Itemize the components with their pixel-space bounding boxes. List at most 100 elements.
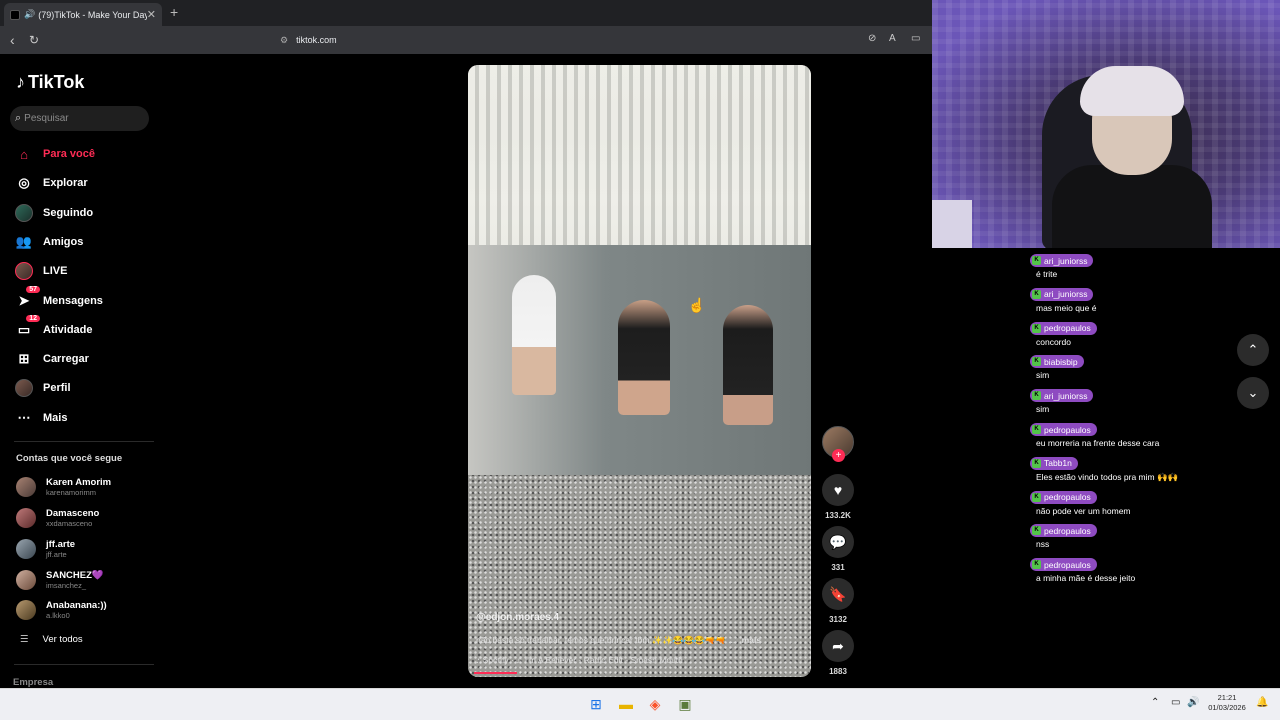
chat-username-pill[interactable]: Kpedropaulos [1030, 423, 1097, 436]
kick-badge-icon: K [1032, 391, 1041, 401]
following-account[interactable]: Karen Amorim karenamorimm [16, 474, 156, 500]
app-icon[interactable]: ▣ [675, 694, 695, 714]
logo-text: TikTok [28, 72, 85, 92]
chat-username-pill[interactable]: Kbiabisbip [1030, 355, 1084, 369]
chat-username-pill[interactable]: Kpedropaulos [1030, 558, 1097, 572]
speaker-icon[interactable]: 🔊 [24, 9, 35, 20]
save-count: 3132 [829, 615, 847, 624]
tab-close-icon[interactable]: ✕ [147, 8, 156, 21]
video-player[interactable]: @edjon.moraes.4 não basta só trabalhar, … [468, 65, 811, 677]
profile-avatar-icon [14, 378, 34, 398]
nav-explorar[interactable]: ◎ Explorar [14, 172, 154, 194]
chat-username-pill[interactable]: Kari_juniorss [1030, 254, 1094, 267]
nav-mais[interactable]: ⋯ Mais [14, 407, 154, 429]
chat-message: K Tabb1n Eles estão vindo todos pra mim 🙌🙌 [1030, 451, 1178, 483]
file-explorer-icon[interactable]: ▬ [616, 694, 636, 714]
avatar [16, 477, 36, 497]
video-music[interactable]: ♪ Spotify · ♫ I'm A Believer - Radio Edi… [476, 655, 683, 665]
webcam-desk [932, 200, 972, 248]
avatar [15, 379, 33, 397]
following-account[interactable]: SANCHEZ💜 imsanchez_ [16, 567, 156, 593]
avatar [16, 539, 36, 559]
tracking-off-icon[interactable]: ⊘ [868, 33, 876, 44]
notification-icon[interactable]: 🔔 [1256, 697, 1268, 708]
site-info-icon[interactable]: ⚙ [280, 35, 288, 46]
comment-button[interactable]: 💬 [822, 526, 854, 558]
windows-start-icon[interactable]: ⊞ [586, 694, 606, 714]
back-icon[interactable]: ‹ [10, 32, 15, 48]
nav-live[interactable]: LIVE [14, 260, 154, 282]
nav-atividade[interactable]: ▭ 12 Atividade [14, 315, 154, 341]
divider [14, 441, 154, 442]
chat-message: Kari_juniorss mas meio que é [1030, 282, 1096, 313]
video-progress[interactable] [474, 672, 518, 674]
brave-browser-icon[interactable]: ◈ [645, 694, 665, 714]
chat-username-pill[interactable]: Kari_juniorss [1030, 389, 1094, 403]
follow-plus-icon[interactable]: + [832, 449, 845, 462]
chat-username-pill[interactable]: K Tabb1n [1030, 456, 1078, 470]
clock[interactable]: 21:21 01/03/2026 [1204, 693, 1250, 713]
share-count: 1883 [829, 667, 847, 676]
avatar [16, 508, 36, 528]
nav-seguindo[interactable]: Seguindo [14, 202, 154, 224]
cast-icon[interactable]: ▭ [911, 33, 920, 44]
nav-label: Carregar [43, 353, 89, 365]
video-author[interactable]: @edjon.moraes.4 [476, 612, 559, 623]
chat-username-pill[interactable]: Kari_juniorss [1030, 287, 1094, 301]
chat-username-pill[interactable]: Kpedropaulos [1030, 321, 1097, 335]
more-icon: ⋯ [17, 410, 31, 425]
browser-tab[interactable]: 🔊 (79)TikTok - Make Your Day ✕ [4, 3, 162, 26]
video-person [618, 300, 670, 415]
account-handle: karenamorimm [46, 488, 97, 497]
activity-icon: ▭ 12 [14, 315, 40, 340]
see-all-button[interactable]: ☰ Ver todos [20, 634, 83, 645]
nav-label: LIVE [43, 265, 68, 277]
account-handle: a.lkko0 [46, 611, 70, 620]
chat-username: pedropaulos [1044, 525, 1091, 536]
like-button[interactable]: ♥ [822, 474, 854, 506]
share-button[interactable]: ➦ [822, 630, 854, 662]
chat-username: pedropaulos [1044, 492, 1091, 503]
url-text: tiktok.com [296, 35, 337, 45]
new-tab-button[interactable]: + [170, 4, 178, 20]
share-icon: ➦ [832, 637, 844, 654]
avatar [16, 600, 36, 620]
following-account[interactable]: jff.arte jff.arte [16, 536, 156, 562]
messages-icon: ➤ 57 [14, 286, 40, 311]
footer-empresa-link[interactable]: Empresa [13, 677, 53, 688]
network-icon[interactable]: ▭ [1171, 697, 1180, 708]
reload-icon[interactable]: ↻ [29, 33, 39, 47]
kick-badge-icon: K [1032, 425, 1041, 434]
description-text: não basta só trabalhar, temos que brinca… [476, 635, 736, 645]
nav-amigos[interactable]: 👥 Amigos [14, 231, 154, 253]
address-bar[interactable]: ⚙ tiktok.com [280, 31, 928, 49]
nav-carregar[interactable]: ⊞ Carregar [14, 348, 154, 370]
account-handle: jff.arte [46, 550, 67, 559]
chat-username-pill[interactable]: Kpedropaulos [1030, 524, 1097, 538]
see-all-label: Ver todos [42, 634, 83, 645]
following-account[interactable]: Anabanana:)) a.lkko0 [16, 597, 156, 623]
translate-icon[interactable]: A [889, 33, 896, 44]
nav-perfil[interactable]: Perfil [14, 377, 154, 399]
more-link[interactable]: mais [742, 635, 761, 645]
nav-mensagens[interactable]: ➤ 57 Mensagens [14, 286, 154, 312]
following-account[interactable]: Damasceno xxdamasceno [16, 505, 156, 531]
tray-chevron-icon[interactable]: ⌃ [1151, 697, 1159, 708]
kick-badge-icon: K [1032, 492, 1041, 502]
kick-badge-icon: K [1032, 560, 1041, 570]
clock-date: 01/03/2026 [1208, 703, 1246, 712]
clock-time: 21:21 [1217, 693, 1237, 702]
scroll-up-button[interactable]: ⌃ [1237, 334, 1269, 366]
scroll-down-button[interactable]: ⌄ [1237, 377, 1269, 409]
kick-badge-icon: K [1032, 323, 1041, 333]
chat-username-pill[interactable]: Kpedropaulos [1030, 490, 1097, 504]
nav-label: Seguindo [43, 207, 94, 219]
tiktok-logo[interactable]: ♪ TikTok [16, 72, 84, 93]
video-person [723, 305, 773, 425]
save-button[interactable]: 🔖 [822, 578, 854, 610]
chat-text: sim [1036, 404, 1050, 415]
nav-para-voce[interactable]: ⌂ Para você [14, 143, 154, 165]
chat-text: eu morreria na frente desse cara [1036, 438, 1160, 448]
volume-icon[interactable]: 🔊 [1187, 697, 1199, 708]
search-input[interactable]: ⌕ Pesquisar [10, 106, 149, 131]
